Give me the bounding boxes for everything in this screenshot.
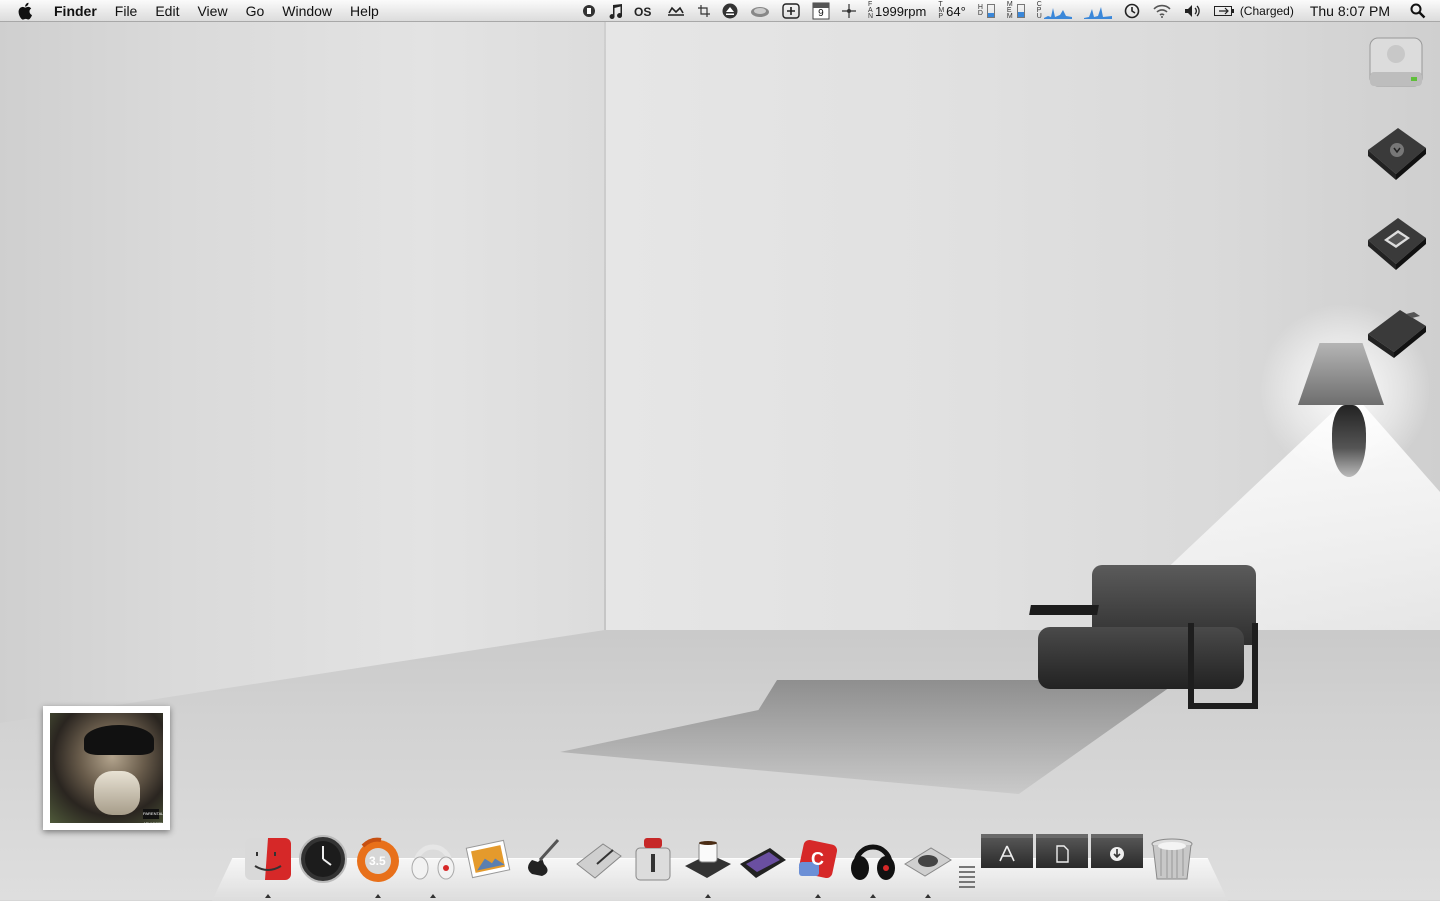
lamp-base bbox=[1332, 405, 1366, 477]
dock-beats-headphones[interactable] bbox=[405, 834, 460, 898]
svg-text:C: C bbox=[811, 849, 824, 869]
temperature-status[interactable]: TMP 64° bbox=[938, 0, 966, 22]
menu-edit[interactable]: Edit bbox=[146, 0, 188, 22]
time-machine-icon[interactable] bbox=[1124, 0, 1140, 22]
server-drive-icon[interactable] bbox=[1366, 216, 1428, 272]
menu-bar: Finder File Edit View Go Window Help OS bbox=[0, 0, 1440, 22]
finder-icon bbox=[244, 838, 291, 880]
sofa-frame-right bbox=[1188, 623, 1258, 709]
dock-coffee[interactable] bbox=[680, 834, 735, 898]
dock-documents-stack[interactable] bbox=[1034, 834, 1089, 896]
status-menus: OS 9 FAN 1999rpm T M P 64° H D M E M C P… bbox=[576, 0, 1440, 22]
dock-applications-stack[interactable] bbox=[979, 834, 1034, 896]
cpu-meter[interactable]: CPU bbox=[1037, 0, 1072, 22]
calendar-icon[interactable]: 9 bbox=[812, 0, 830, 22]
battery-icon bbox=[1213, 6, 1234, 16]
dock-trash[interactable] bbox=[1144, 834, 1199, 896]
temperature-value: 64° bbox=[946, 3, 966, 19]
red-app-icon: C bbox=[798, 839, 837, 879]
dock-separator[interactable] bbox=[957, 848, 977, 888]
dock-notepad[interactable] bbox=[570, 834, 625, 896]
dock-speaker[interactable] bbox=[900, 834, 955, 898]
hd-meter-bar bbox=[986, 4, 995, 18]
album-hat bbox=[84, 725, 154, 755]
headphones-black-icon bbox=[850, 844, 895, 880]
music-note-icon[interactable] bbox=[608, 0, 622, 22]
svg-text:OS: OS bbox=[634, 5, 651, 17]
fan-cross-icon[interactable] bbox=[841, 0, 856, 22]
memory-meter[interactable]: MEM bbox=[1007, 0, 1025, 22]
trash-icon bbox=[1151, 838, 1192, 880]
documents-stack-icon bbox=[1035, 834, 1088, 868]
clock[interactable]: Thu 8:07 PM bbox=[1310, 0, 1390, 22]
folder-drive-icon[interactable] bbox=[1366, 306, 1428, 362]
dock-photos[interactable] bbox=[460, 834, 515, 896]
clock-icon bbox=[298, 835, 347, 883]
cpu-graph bbox=[1043, 4, 1072, 19]
sofa-arm-left bbox=[1029, 605, 1099, 615]
wifi-icon[interactable] bbox=[1152, 0, 1172, 22]
firefox-version-badge: 3.5 bbox=[369, 854, 386, 868]
sofa bbox=[1029, 565, 1258, 710]
temp-label: TMP bbox=[938, 1, 945, 20]
album-face-mask bbox=[94, 771, 140, 815]
menu-app-name[interactable]: Finder bbox=[54, 0, 106, 22]
volume-icon[interactable] bbox=[1184, 0, 1202, 22]
battery-status[interactable]: (Charged) bbox=[1213, 0, 1294, 22]
dock-finder[interactable] bbox=[240, 834, 295, 898]
eject-icon[interactable] bbox=[722, 0, 738, 22]
dock-guitar[interactable] bbox=[515, 834, 570, 896]
downloads-drive-icon[interactable] bbox=[1366, 126, 1428, 182]
transmission-icon bbox=[635, 838, 670, 881]
mem-label: MEM bbox=[1006, 1, 1013, 20]
downloads-stack-icon bbox=[1090, 834, 1143, 868]
headphones-white-icon bbox=[411, 844, 454, 880]
script-menu-icon[interactable] bbox=[582, 0, 596, 22]
dock-downloads-stack[interactable] bbox=[1089, 834, 1144, 896]
dock-photo-frame[interactable] bbox=[735, 834, 790, 896]
network-graph bbox=[1083, 4, 1112, 19]
dock-transmission[interactable] bbox=[625, 834, 680, 896]
dock: 3.5 C bbox=[240, 826, 1199, 898]
spotlight-search-icon[interactable] bbox=[1410, 0, 1426, 22]
photos-icon bbox=[465, 839, 510, 879]
calendar-day: 9 bbox=[818, 8, 824, 19]
photo-frame-icon bbox=[739, 848, 786, 878]
album-artwork-widget[interactable]: PARENTAL ADVISORY bbox=[43, 706, 170, 830]
applications-stack-icon bbox=[980, 834, 1033, 868]
coffee-icon bbox=[684, 841, 731, 878]
guitar-icon bbox=[527, 838, 559, 876]
fan-speed-status[interactable]: FAN 1999rpm bbox=[868, 0, 926, 22]
fan-speed-value: 1999rpm bbox=[875, 3, 927, 19]
menu-view[interactable]: View bbox=[188, 0, 236, 22]
menu-window[interactable]: Window bbox=[273, 0, 341, 22]
add-box-icon[interactable] bbox=[782, 0, 800, 22]
apple-menu-icon[interactable] bbox=[18, 2, 38, 20]
hd-label: HD bbox=[977, 4, 983, 17]
notepad-icon bbox=[575, 843, 622, 879]
crop-icon[interactable] bbox=[697, 0, 710, 22]
parental-advisory-logo: PARENTAL ADVISORY bbox=[143, 809, 164, 826]
hard-drive-icon[interactable] bbox=[1367, 36, 1429, 92]
cloud-drive-icon[interactable] bbox=[750, 0, 770, 22]
lastfm-icon[interactable]: OS bbox=[634, 0, 654, 22]
crown-icon[interactable] bbox=[666, 0, 686, 22]
dock-clock[interactable] bbox=[295, 834, 350, 896]
fan-label: FAN bbox=[867, 1, 874, 20]
memory-meter-bar bbox=[1016, 4, 1025, 18]
menu-help[interactable]: Help bbox=[341, 0, 388, 22]
cpu-label: CPU bbox=[1036, 1, 1042, 20]
wallpaper-left-wall bbox=[0, 22, 605, 732]
hd-meter[interactable]: HD bbox=[978, 0, 995, 22]
menu-go[interactable]: Go bbox=[237, 0, 274, 22]
dock-firefox[interactable]: 3.5 bbox=[350, 834, 405, 898]
menu-file[interactable]: File bbox=[106, 0, 147, 22]
dock-red-app[interactable]: C bbox=[790, 834, 845, 898]
album-cover: PARENTAL ADVISORY bbox=[50, 713, 164, 826]
dock-beats-studio[interactable] bbox=[845, 834, 900, 898]
wallpaper-corner bbox=[604, 22, 606, 630]
battery-text: (Charged) bbox=[1239, 4, 1294, 18]
speaker-icon bbox=[903, 847, 952, 877]
network-graph-icon[interactable] bbox=[1083, 0, 1112, 22]
